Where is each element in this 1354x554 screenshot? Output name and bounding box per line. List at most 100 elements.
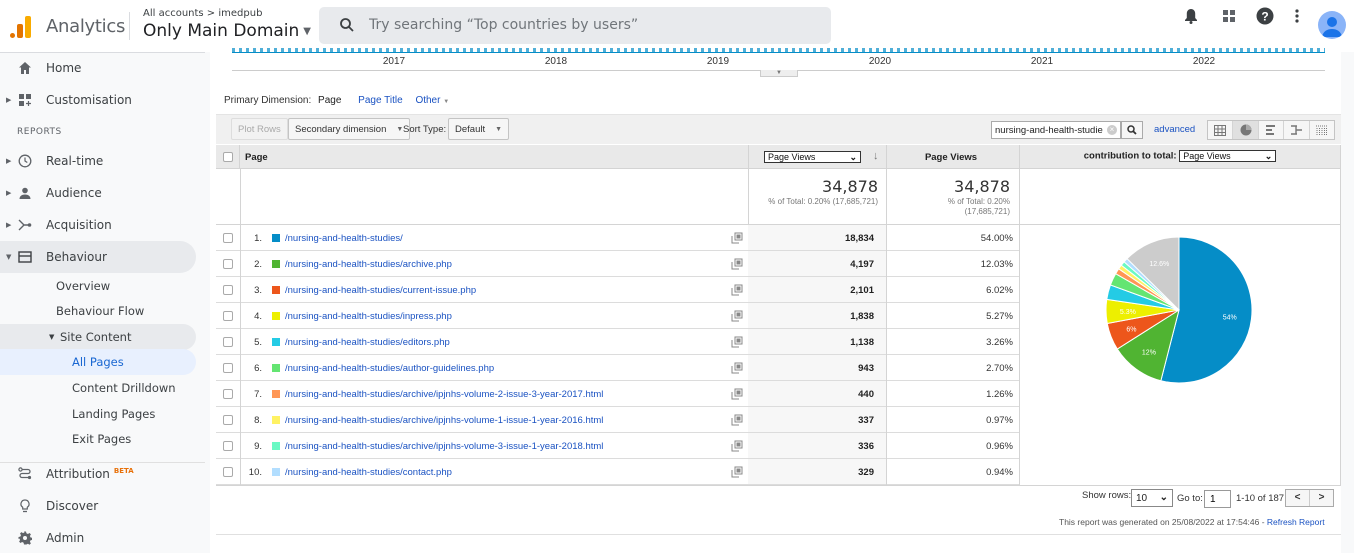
help-icon[interactable]: ? bbox=[1249, 0, 1281, 32]
row-checkbox[interactable] bbox=[223, 259, 233, 269]
sidebar-item-audience[interactable]: ▶ Audience bbox=[0, 177, 196, 209]
sidebar-item-home[interactable]: Home bbox=[0, 52, 196, 84]
view-data-table-button[interactable] bbox=[1208, 121, 1234, 139]
open-page-external-icon[interactable] bbox=[731, 232, 743, 244]
open-page-external-icon[interactable] bbox=[731, 336, 743, 348]
sidebar-item-label: Discover bbox=[46, 499, 99, 513]
timeline-toggle-handle[interactable]: ▼ bbox=[760, 70, 798, 77]
refresh-report-link[interactable]: Refresh Report bbox=[1267, 517, 1325, 527]
sidebar-item-attribution[interactable]: Attribution BETA bbox=[0, 458, 196, 490]
account-breadcrumb[interactable]: All accounts > imedpub bbox=[143, 8, 262, 19]
sidebar-item-behaviour-flow[interactable]: Behaviour Flow bbox=[0, 298, 196, 324]
reports-heading: REPORTS bbox=[17, 127, 62, 137]
show-rows-select[interactable]: 10 ⌄ bbox=[1131, 489, 1173, 507]
prev-page-button[interactable]: < bbox=[1286, 490, 1310, 506]
home-icon bbox=[19, 62, 31, 74]
page-link[interactable]: /nursing-and-health-studies/current-issu… bbox=[285, 285, 476, 296]
page-link[interactable]: /nursing-and-health-studies/archive/ipjn… bbox=[285, 389, 603, 400]
open-page-external-icon[interactable] bbox=[731, 258, 743, 270]
metric-select[interactable]: Page Views ⌄ bbox=[764, 151, 861, 163]
column-header-page-views[interactable]: Page Views bbox=[886, 152, 1016, 163]
page-link[interactable]: /nursing-and-health-studies/inpress.php bbox=[285, 311, 452, 322]
table-filter[interactable]: × bbox=[991, 121, 1121, 139]
sidebar-item-realtime[interactable]: ▶ Real-time bbox=[0, 145, 196, 177]
sidebar-item-admin[interactable]: Admin bbox=[0, 522, 196, 554]
row-checkbox[interactable] bbox=[223, 233, 233, 243]
search-input[interactable] bbox=[369, 13, 809, 37]
sidebar-item-exit-pages[interactable]: Exit Pages bbox=[0, 426, 196, 452]
notifications-icon[interactable] bbox=[1175, 0, 1207, 32]
secondary-dimension-dropdown[interactable]: Secondary dimension ▼ bbox=[288, 118, 411, 140]
filter-input[interactable] bbox=[995, 124, 1103, 137]
select-all-checkbox[interactable] bbox=[223, 152, 233, 162]
view-pivot-button[interactable] bbox=[1310, 121, 1334, 139]
plot-rows-button[interactable]: Plot Rows bbox=[231, 118, 288, 140]
open-page-external-icon[interactable] bbox=[731, 284, 743, 296]
apps-icon[interactable] bbox=[1213, 0, 1245, 32]
page-link[interactable]: /nursing-and-health-studies/archive/ipjn… bbox=[285, 441, 603, 452]
page-link[interactable]: /nursing-and-health-studies/ bbox=[285, 233, 403, 244]
open-page-external-icon[interactable] bbox=[731, 466, 743, 478]
search-bar[interactable] bbox=[319, 7, 831, 44]
analytics-logo-icon[interactable] bbox=[10, 14, 32, 38]
bar-chart-icon bbox=[1266, 125, 1276, 135]
sidebar-item-acquisition[interactable]: ▶ Acquisition bbox=[0, 209, 196, 241]
column-header-page[interactable]: Page bbox=[245, 152, 268, 163]
page-link[interactable]: /nursing-and-health-studies/archive.php bbox=[285, 259, 452, 270]
row-checkbox[interactable] bbox=[223, 285, 233, 295]
caret-down-icon: ▼ bbox=[303, 25, 311, 37]
clear-filter-icon[interactable]: × bbox=[1107, 125, 1117, 135]
sort-descending-icon[interactable]: ↓ bbox=[873, 150, 879, 162]
column-divider bbox=[240, 169, 241, 225]
row-checkbox[interactable] bbox=[223, 467, 233, 477]
page-link[interactable]: /nursing-and-health-studies/editors.php bbox=[285, 337, 450, 348]
open-page-external-icon[interactable] bbox=[731, 414, 743, 426]
page-link[interactable]: /nursing-and-health-studies/archive/ipjn… bbox=[285, 415, 603, 426]
view-performance-button[interactable] bbox=[1259, 121, 1285, 139]
page-link[interactable]: /nursing-and-health-studies/author-guide… bbox=[285, 363, 494, 374]
sidebar-item-behaviour[interactable]: ▼ Behaviour bbox=[0, 241, 196, 273]
open-page-external-icon[interactable] bbox=[731, 310, 743, 322]
sidebar-item-site-content[interactable]: ▼ Site Content bbox=[0, 324, 196, 350]
page-link[interactable]: /nursing-and-health-studies/contact.php bbox=[285, 467, 452, 478]
sidebar-item-all-pages[interactable]: All Pages bbox=[0, 349, 196, 375]
row-checkbox[interactable] bbox=[223, 311, 233, 321]
sidebar-item-label: Real-time bbox=[46, 154, 104, 168]
sidebar-item-content-drilldown[interactable]: Content Drilldown bbox=[0, 375, 196, 401]
goto-input[interactable] bbox=[1204, 490, 1231, 508]
property-selector[interactable]: Only Main Domain ▼ bbox=[143, 21, 311, 41]
clock-icon bbox=[18, 154, 32, 168]
dimension-page-title-link[interactable]: Page Title bbox=[358, 95, 402, 106]
series-color-swatch bbox=[272, 468, 280, 476]
account-avatar[interactable] bbox=[1318, 11, 1346, 39]
open-page-external-icon[interactable] bbox=[731, 388, 743, 400]
more-vert-icon[interactable] bbox=[1281, 0, 1313, 32]
sidebar-item-discover[interactable]: Discover bbox=[0, 490, 196, 522]
contribution-metric-select[interactable]: Page Views ⌄ bbox=[1179, 150, 1277, 162]
row-checkbox[interactable] bbox=[223, 415, 233, 425]
open-page-external-icon[interactable] bbox=[731, 362, 743, 374]
view-comparison-button[interactable] bbox=[1284, 121, 1310, 139]
row-number: 9. bbox=[254, 441, 262, 452]
sidebar-item-overview[interactable]: Overview bbox=[0, 273, 196, 299]
row-checkbox[interactable] bbox=[223, 389, 233, 399]
row-checkbox[interactable] bbox=[223, 363, 233, 373]
sidebar-item-label: Overview bbox=[56, 279, 111, 293]
sort-type-dropdown[interactable]: Default ▼ bbox=[448, 118, 510, 140]
open-page-external-icon[interactable] bbox=[731, 440, 743, 452]
timeline-year: 2019 bbox=[706, 56, 730, 67]
table-row: 9. /nursing-and-health-studies/archive/ip… bbox=[216, 433, 1019, 459]
beta-badge: BETA bbox=[113, 467, 134, 475]
dimension-other-dropdown[interactable]: Other ▼ bbox=[415, 95, 449, 106]
sidebar-item-label: Attribution bbox=[46, 467, 110, 481]
next-page-button[interactable]: > bbox=[1310, 490, 1333, 506]
row-checkbox[interactable] bbox=[223, 441, 233, 451]
sidebar-item-landing-pages[interactable]: Landing Pages bbox=[0, 401, 196, 427]
advanced-filter-link[interactable]: advanced bbox=[1154, 124, 1195, 135]
filter-search-button[interactable] bbox=[1121, 121, 1143, 139]
row-checkbox[interactable] bbox=[223, 337, 233, 347]
timeline-overview[interactable]: 2017 2018 2019 2020 2021 2022 bbox=[232, 48, 1325, 70]
sidebar-item-customisation[interactable]: ▶ Customisation bbox=[0, 84, 196, 116]
dimension-page-selected[interactable]: Page bbox=[318, 95, 341, 106]
view-percentage-button[interactable] bbox=[1233, 121, 1259, 139]
